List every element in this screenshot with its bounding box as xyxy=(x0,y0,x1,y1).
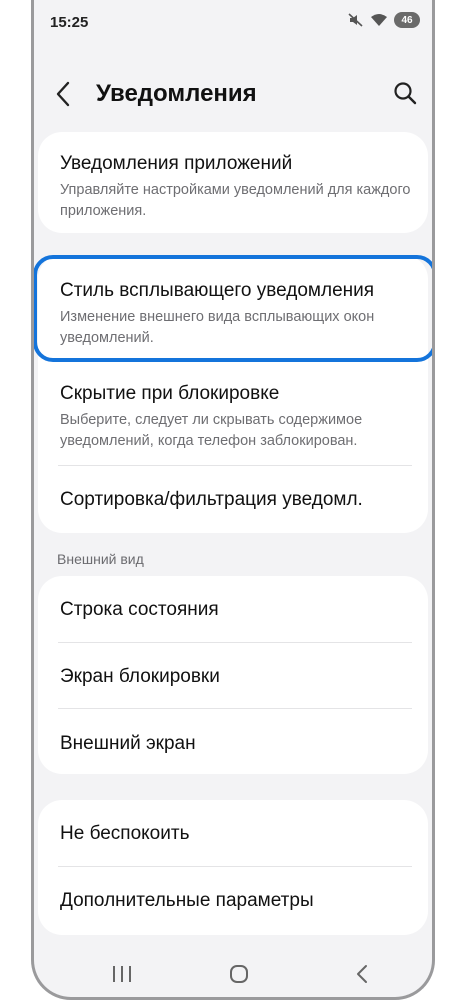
page-title: Уведомления xyxy=(96,80,257,107)
app-notifications-title: Уведомления приложений xyxy=(60,153,293,174)
sort-filter-item[interactable]: Сортировка/фильтрация уведомл. xyxy=(60,488,412,512)
section-label-appearance: Внешний вид xyxy=(57,551,144,567)
card-more: Не беспокоить Дополнительные параметры xyxy=(38,800,428,935)
home-icon[interactable] xyxy=(228,964,250,984)
battery-icon: 46 xyxy=(394,12,420,28)
advanced-settings-item[interactable]: Дополнительные параметры xyxy=(60,889,412,913)
phone-screen: 15:25 46 Уведомления Уведомления приложе… xyxy=(31,0,435,1000)
app-bar: Уведомления xyxy=(34,70,432,120)
search-icon[interactable] xyxy=(392,80,418,106)
status-icons: 46 xyxy=(348,12,420,28)
appearance-item-cover-screen[interactable]: Внешний экран xyxy=(60,732,412,756)
status-bar: 15:25 46 xyxy=(34,0,432,48)
chevron-left-icon[interactable] xyxy=(52,80,76,108)
appearance-item-lock-screen[interactable]: Экран блокировки xyxy=(60,665,412,689)
divider xyxy=(58,465,412,466)
card-app-notifications: Уведомления приложений Управляйте настро… xyxy=(38,132,428,233)
appearance-item-label: Внешний экран xyxy=(60,733,196,754)
app-notifications-subtitle: Управляйте настройками уведомлений для к… xyxy=(60,182,411,219)
mute-icon xyxy=(348,13,363,27)
divider xyxy=(58,866,412,867)
highlight-frame xyxy=(34,255,432,362)
appearance-item-status-bar[interactable]: Строка состояния xyxy=(60,598,412,622)
appearance-item-label: Экран блокировки xyxy=(60,666,220,687)
appearance-item-label: Строка состояния xyxy=(60,599,219,620)
do-not-disturb-item[interactable]: Не беспокоить xyxy=(60,822,412,846)
divider xyxy=(58,642,412,643)
hide-on-lock-item[interactable]: Скрытие при блокировке Выберите, следует… xyxy=(60,382,412,452)
recent-apps-icon[interactable] xyxy=(111,964,133,984)
do-not-disturb-label: Не беспокоить xyxy=(60,823,190,844)
wifi-icon xyxy=(371,14,387,26)
hide-on-lock-title: Скрытие при блокировке xyxy=(60,383,280,404)
divider xyxy=(58,708,412,709)
advanced-settings-label: Дополнительные параметры xyxy=(60,890,314,911)
card-appearance: Строка состояния Экран блокировки Внешни… xyxy=(38,576,428,774)
app-notifications-item[interactable]: Уведомления приложений Управляйте настро… xyxy=(60,152,412,222)
navigation-bar xyxy=(34,950,432,995)
hide-on-lock-subtitle: Выберите, следует ли скрывать содержимое… xyxy=(60,412,363,449)
sort-filter-title: Сортировка/фильтрация уведомл. xyxy=(60,489,363,510)
back-icon[interactable] xyxy=(353,964,373,984)
status-time: 15:25 xyxy=(50,14,89,31)
